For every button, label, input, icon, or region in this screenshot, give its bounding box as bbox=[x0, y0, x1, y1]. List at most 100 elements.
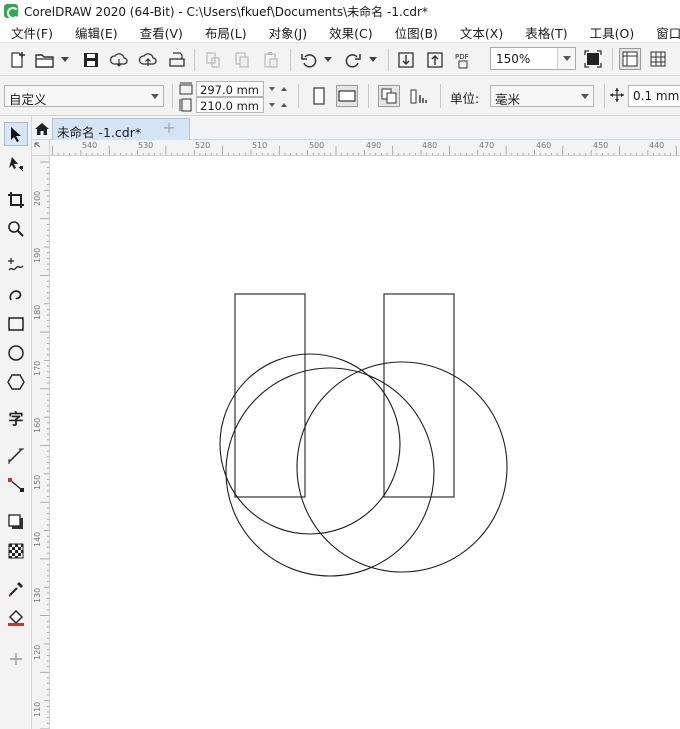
title-bar: CorelDRAW 2020 (64-Bit) - C:\Users\fkuef… bbox=[0, 0, 680, 22]
redo-icon[interactable] bbox=[342, 49, 364, 71]
zoom-level-combobox[interactable]: 150% bbox=[490, 47, 576, 70]
publish-pdf-icon[interactable]: PDF bbox=[453, 49, 475, 71]
page-size-preset-value: 自定义 bbox=[9, 92, 47, 107]
copy-icon[interactable] bbox=[231, 49, 253, 71]
nudge-distance-icon bbox=[609, 87, 625, 106]
ruler-label: 440 bbox=[649, 141, 665, 150]
new-tab-button[interactable]: + bbox=[160, 120, 178, 138]
page-height-value: 210.0 mm bbox=[200, 99, 259, 113]
ruler-label: 490 bbox=[366, 141, 382, 150]
redo-dropdown-icon[interactable] bbox=[369, 57, 377, 62]
horizontal-ruler[interactable]: 540 530 520 510 500 490 480 470 460 450 … bbox=[50, 140, 680, 156]
interactive-fill-tool-icon[interactable] bbox=[4, 606, 28, 630]
print-icon[interactable] bbox=[166, 49, 188, 71]
ruler-label: 140 bbox=[33, 531, 42, 547]
rectangle-tool-icon[interactable] bbox=[4, 312, 28, 336]
menu-file[interactable]: 文件(F) bbox=[0, 23, 64, 42]
left-rectangle-shape[interactable] bbox=[234, 293, 306, 498]
vertical-ruler[interactable]: 200 190 180 170 160 150 140 130 120 110 bbox=[32, 156, 50, 729]
rulers-toggle-icon[interactable] bbox=[619, 48, 641, 70]
document-tab-bar: 未命名 -1.cdr* + bbox=[32, 116, 680, 140]
pick-tool-icon[interactable] bbox=[4, 122, 28, 146]
page-width-field[interactable]: 297.0 mm bbox=[196, 81, 264, 97]
export-icon[interactable] bbox=[424, 49, 446, 71]
new-document-icon[interactable] bbox=[6, 49, 28, 71]
open-folder-icon[interactable] bbox=[34, 49, 56, 71]
landscape-orientation-icon[interactable] bbox=[336, 85, 358, 107]
import-icon[interactable] bbox=[395, 49, 417, 71]
ruler-label: 450 bbox=[593, 141, 609, 150]
zoom-tool-icon[interactable] bbox=[4, 217, 28, 241]
ellipse-tool-icon[interactable] bbox=[4, 341, 28, 365]
window-title: CorelDRAW 2020 (64-Bit) - C:\Users\fkuef… bbox=[24, 4, 428, 19]
text-tool-glyph: 字 bbox=[8, 409, 24, 428]
portrait-orientation-icon[interactable] bbox=[308, 85, 330, 107]
ruler-label: 170 bbox=[33, 360, 42, 376]
full-screen-icon[interactable] bbox=[582, 48, 604, 70]
menu-effects[interactable]: 效果(C) bbox=[318, 23, 383, 42]
cloud-upload-icon[interactable] bbox=[137, 49, 159, 71]
undo-dropdown-icon[interactable] bbox=[324, 57, 332, 62]
paste-icon[interactable] bbox=[260, 49, 282, 71]
all-pages-icon[interactable] bbox=[378, 85, 400, 107]
shape-tool-icon[interactable] bbox=[4, 152, 28, 176]
crop-tool-icon[interactable] bbox=[4, 188, 28, 212]
menu-bitmaps[interactable]: 位图(B) bbox=[384, 23, 449, 42]
cut-icon[interactable] bbox=[202, 49, 224, 71]
page-height-icon bbox=[179, 98, 193, 115]
polygon-tool-icon[interactable] bbox=[4, 370, 28, 394]
save-icon[interactable] bbox=[80, 49, 102, 71]
cloud-save-icon[interactable] bbox=[108, 49, 130, 71]
chevron-down-icon bbox=[581, 94, 589, 99]
page-height-stepper[interactable] bbox=[266, 97, 290, 113]
menu-view[interactable]: 查看(V) bbox=[129, 23, 194, 42]
circle-shape-3[interactable] bbox=[296, 361, 508, 573]
eyedropper-tool-icon[interactable] bbox=[4, 577, 28, 601]
current-page-icon[interactable] bbox=[408, 85, 430, 107]
menu-tools[interactable]: 工具(O) bbox=[579, 23, 646, 42]
menu-edit[interactable]: 编辑(E) bbox=[64, 23, 129, 42]
welcome-home-icon[interactable] bbox=[32, 118, 52, 140]
page-width-stepper[interactable] bbox=[266, 81, 290, 97]
grid-toggle-icon[interactable] bbox=[647, 48, 669, 70]
units-dropdown[interactable]: 毫米 bbox=[490, 85, 594, 107]
menu-table[interactable]: 表格(T) bbox=[514, 23, 578, 42]
ruler-origin-corner[interactable] bbox=[32, 140, 50, 156]
drawing-canvas[interactable] bbox=[50, 156, 680, 729]
page-size-preset-dropdown[interactable]: 自定义 bbox=[4, 85, 164, 107]
nudge-distance-field[interactable]: 0.1 mm bbox=[628, 85, 680, 107]
drop-shadow-tool-icon[interactable] bbox=[4, 510, 28, 534]
text-tool-icon[interactable]: 字 bbox=[4, 406, 28, 430]
freehand-tool-icon[interactable] bbox=[4, 253, 28, 277]
right-rectangle-shape[interactable] bbox=[383, 293, 455, 498]
artistic-media-tool-icon[interactable] bbox=[4, 282, 28, 306]
circle-shape-2[interactable] bbox=[225, 367, 435, 577]
ruler-label: 160 bbox=[33, 417, 42, 433]
add-tool-icon[interactable] bbox=[4, 647, 28, 671]
ruler-label: 520 bbox=[195, 141, 211, 150]
drawing-page[interactable] bbox=[50, 156, 680, 729]
menu-layout[interactable]: 布局(L) bbox=[194, 23, 258, 42]
transparency-tool-icon[interactable] bbox=[4, 539, 28, 563]
undo-icon[interactable] bbox=[298, 49, 320, 71]
menu-text[interactable]: 文本(X) bbox=[449, 23, 514, 42]
chevron-down-icon bbox=[151, 94, 159, 99]
menu-window[interactable]: 窗口 bbox=[645, 23, 680, 42]
zoom-dropdown-icon[interactable] bbox=[557, 48, 575, 69]
page-height-field[interactable]: 210.0 mm bbox=[196, 97, 264, 113]
connector-tool-icon[interactable] bbox=[4, 473, 28, 497]
ruler-label: 460 bbox=[536, 141, 552, 150]
ruler-label: 130 bbox=[33, 587, 42, 603]
ruler-label: 470 bbox=[479, 141, 495, 150]
document-tab-label: 未命名 -1.cdr* bbox=[57, 125, 142, 140]
ruler-label: 150 bbox=[33, 474, 42, 490]
parallel-dimension-tool-icon[interactable] bbox=[4, 444, 28, 468]
circle-shape-1[interactable] bbox=[219, 353, 401, 535]
menu-object[interactable]: 对象(J) bbox=[258, 23, 318, 42]
ruler-label: 530 bbox=[138, 141, 154, 150]
ruler-label: 200 bbox=[33, 190, 42, 206]
open-dropdown-icon[interactable] bbox=[61, 57, 69, 62]
menu-bar: 文件(F) 编辑(E) 查看(V) 布局(L) 对象(J) 效果(C) 位图(B… bbox=[0, 22, 680, 42]
page-width-icon bbox=[179, 82, 193, 99]
unit-label: 单位: bbox=[450, 91, 480, 106]
